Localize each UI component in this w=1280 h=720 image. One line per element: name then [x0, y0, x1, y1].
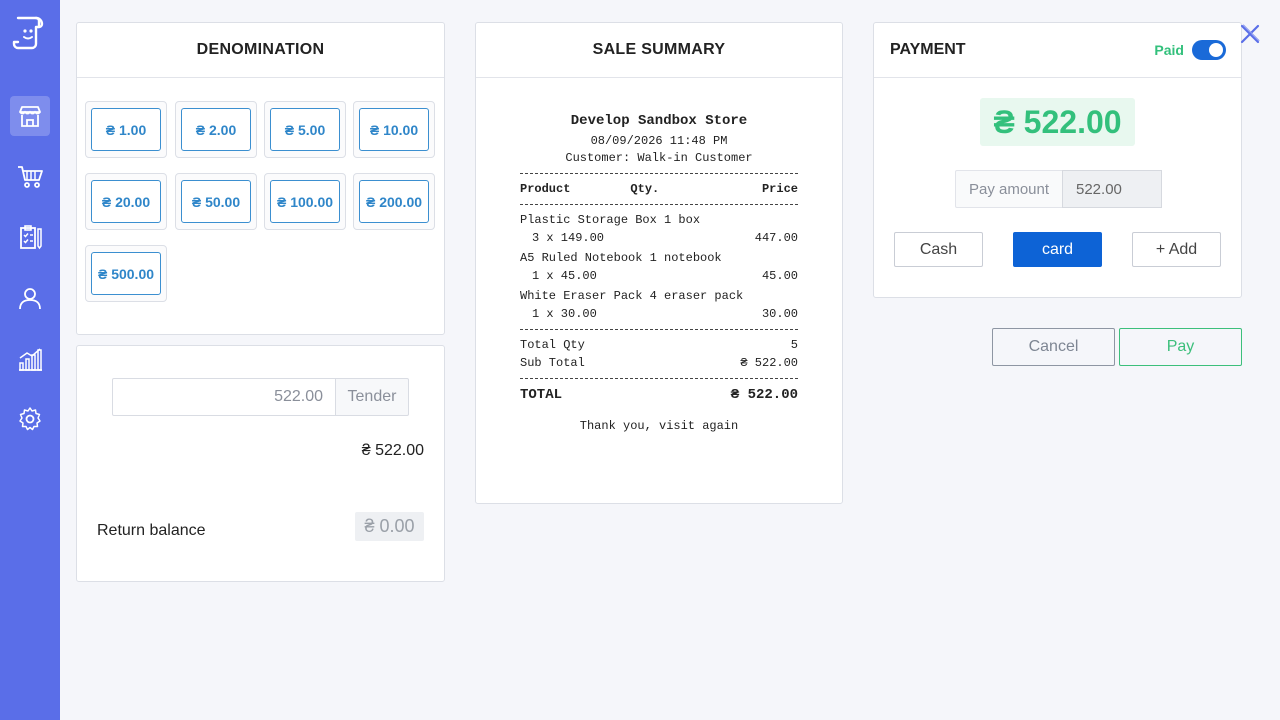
receipt-customer: Customer: Walk-in Customer: [565, 151, 753, 165]
receipt-total-label: TOTAL: [520, 387, 563, 403]
denomination-button[interactable]: ₴ 500.00: [91, 252, 161, 295]
sidebar-item-customers[interactable]: [10, 278, 50, 318]
receipt-col-qty: Qty.: [630, 182, 660, 196]
paid-toggle-group: Paid: [1154, 40, 1226, 60]
receipt-store-name: Develop Sandbox Store: [570, 113, 748, 129]
receipt-item-qty: 1 x 30.00: [532, 307, 597, 321]
denomination-button[interactable]: ₴ 100.00: [270, 180, 340, 223]
denomination-option: ₴ 50.00: [175, 173, 257, 230]
denomination-button[interactable]: ₴ 2.00: [181, 108, 251, 151]
cancel-button[interactable]: Cancel: [992, 328, 1115, 366]
denomination-button[interactable]: ₴ 1.00: [91, 108, 161, 151]
paid-toggle[interactable]: [1192, 40, 1226, 60]
sale-summary-title: SALE SUMMARY: [476, 23, 842, 78]
denomination-option: ₴ 2.00: [175, 101, 257, 158]
receipt-divider: [520, 204, 798, 205]
denomination-button[interactable]: ₴ 200.00: [359, 180, 429, 223]
receipt-divider: [520, 329, 798, 330]
receipt-item-name: White Eraser Pack 4 eraser pack: [520, 289, 744, 303]
app-logo-icon[interactable]: [10, 12, 50, 52]
receipt-item-amount: 447.00: [754, 231, 798, 245]
receipt-item-qty: 1 x 45.00: [532, 269, 597, 283]
tender-card: Tender ₴ 522.00 Return balance ₴ 0.00: [76, 345, 445, 582]
return-balance-value: ₴ 0.00: [355, 512, 424, 541]
denomination-option: ₴ 5.00: [264, 101, 346, 158]
receipt-item-name: Plastic Storage Box 1 box: [520, 213, 701, 227]
receipt-total-row: TOTAL ₴ 522.00: [520, 387, 798, 403]
receipt-total-qty: 5: [790, 338, 798, 352]
denomination-title: DENOMINATION: [77, 23, 444, 78]
denomination-button[interactable]: ₴ 20.00: [91, 180, 161, 223]
receipt-col-product: Product: [520, 182, 571, 196]
denomination-option: ₴ 200.00: [353, 173, 435, 230]
receipt-subtotal-row: Sub Total ₴ 522.00: [520, 356, 798, 370]
sidebar-item-reports[interactable]: [10, 339, 50, 379]
receipt-item-name: A5 Ruled Notebook 1 notebook: [520, 251, 722, 265]
receipt-datetime: 08/09/2026 11:48 PM: [590, 134, 728, 148]
denomination-option: ₴ 1.00: [85, 101, 167, 158]
receipt: Develop Sandbox Store 08/09/2026 11:48 P…: [520, 113, 798, 433]
receipt-item-amount: 30.00: [761, 307, 798, 321]
sidebar: [0, 0, 60, 720]
paid-label: Paid: [1154, 42, 1184, 58]
receipt-item-row: 3 x 149.00 447.00: [520, 231, 798, 245]
chart-icon: [19, 348, 42, 371]
denomination-button[interactable]: ₴ 50.00: [181, 180, 251, 223]
sidebar-item-settings[interactable]: [10, 399, 50, 439]
denomination-option: ₴ 100.00: [264, 173, 346, 230]
clipboard-icon: [20, 225, 42, 250]
receipt-total-qty-row: Total Qty 5: [520, 338, 798, 352]
store-icon: [19, 106, 41, 127]
pay-amount-input[interactable]: [1062, 170, 1162, 208]
receipt-total: ₴ 522.00: [730, 387, 798, 403]
receipt-item-amount: 45.00: [761, 269, 798, 283]
receipt-total-qty-label: Total Qty: [520, 338, 585, 352]
denomination-button[interactable]: ₴ 5.00: [270, 108, 340, 151]
pay-amount-label: Pay amount: [955, 170, 1063, 208]
denomination-option: ₴ 10.00: [353, 101, 435, 158]
sale-summary-card: SALE SUMMARY Develop Sandbox Store 08/09…: [475, 22, 843, 504]
receipt-divider: [520, 173, 798, 174]
payment-title: PAYMENT: [890, 41, 966, 58]
gear-icon: [19, 407, 41, 431]
tender-button[interactable]: Tender: [335, 378, 409, 416]
close-icon[interactable]: [1238, 22, 1262, 46]
receipt-item-qty: 3 x 149.00: [532, 231, 605, 245]
receipt-item-row: 1 x 30.00 30.00: [520, 307, 798, 321]
receipt-subtotal: ₴ 522.00: [740, 356, 798, 370]
receipt-subtotal-label: Sub Total: [520, 356, 585, 370]
return-balance-label: Return balance: [97, 522, 206, 539]
denomination-card: DENOMINATION ₴ 1.00 ₴ 2.00 ₴ 5.00 ₴ 10.00 ₴ …: [76, 22, 445, 335]
denomination-button[interactable]: ₴ 10.00: [359, 108, 429, 151]
sidebar-item-orders[interactable]: [10, 217, 50, 257]
cash-button[interactable]: Cash: [894, 232, 983, 267]
denomination-option: ₴ 20.00: [85, 173, 167, 230]
cart-icon: [18, 166, 43, 188]
tender-total: ₴ 522.00: [361, 442, 424, 459]
receipt-item-row: 1 x 45.00 45.00: [520, 269, 798, 283]
payment-header: PAYMENT Paid: [874, 23, 1241, 78]
receipt-items: Plastic Storage Box 1 box 3 x 149.00 447.0…: [520, 213, 798, 321]
add-payment-button[interactable]: + Add: [1132, 232, 1221, 267]
tender-input[interactable]: [112, 378, 336, 416]
payment-card: PAYMENT Paid ₴ 522.00 Pay amount Cash ca…: [873, 22, 1242, 298]
receipt-header-row: Product Qty. Price: [520, 182, 798, 196]
receipt-col-price: Price: [761, 182, 798, 196]
sidebar-item-cart[interactable]: [10, 156, 50, 196]
receipt-footer: Thank you, visit again: [579, 419, 739, 433]
denomination-option: ₴ 500.00: [85, 245, 167, 302]
receipt-divider: [520, 378, 798, 379]
card-button[interactable]: card: [1013, 232, 1102, 267]
pay-button[interactable]: Pay: [1119, 328, 1242, 366]
user-icon: [19, 288, 41, 310]
payment-amount: ₴ 522.00: [980, 98, 1135, 146]
sidebar-item-store[interactable]: [10, 96, 50, 136]
